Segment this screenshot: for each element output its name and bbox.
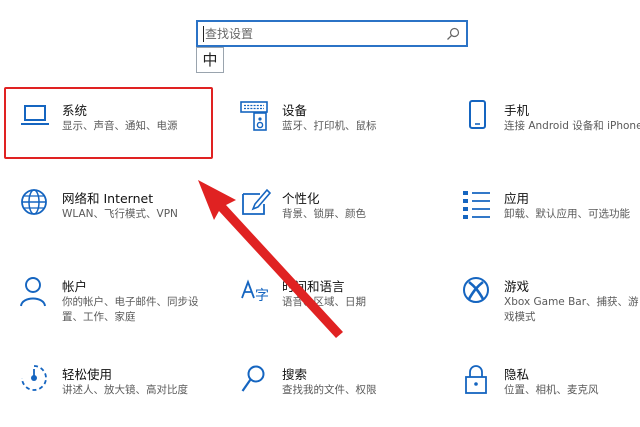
apps-list-icon xyxy=(463,191,490,219)
tile-desc: 背景、锁屏、颜色 xyxy=(282,208,366,220)
settings-search-box[interactable] xyxy=(196,20,468,47)
tile-time-language[interactable]: 字 时间和语言 语音、区域、日期 xyxy=(240,276,445,336)
accessibility-icon xyxy=(21,365,47,391)
tile-title: 时间和语言 xyxy=(282,279,345,294)
tile-title: 轻松使用 xyxy=(62,367,113,382)
tile-privacy[interactable]: 隐私 位置、相机、麦克风 xyxy=(462,364,640,424)
tile-desc: 讲述人、放大镜、高对比度 xyxy=(62,384,188,396)
tile-title: 个性化 xyxy=(282,191,320,206)
tile-desc: 卸载、默认应用、可选功能 xyxy=(504,208,630,220)
language-icon: 字 xyxy=(241,279,269,304)
text-caret xyxy=(203,26,204,42)
highlight-box xyxy=(4,87,213,159)
tile-title: 应用 xyxy=(504,191,530,206)
paint-icon xyxy=(242,188,272,215)
tile-title: 游戏 xyxy=(504,279,530,294)
tile-title: 手机 xyxy=(504,103,530,118)
xbox-icon xyxy=(463,277,489,303)
tile-desc: 语音、区域、日期 xyxy=(282,296,366,308)
tile-desc: 连接 Android 设备和 iPhone xyxy=(504,120,640,132)
ime-indicator: 中 xyxy=(196,47,224,73)
tile-accounts[interactable]: 帐户 你的帐户、电子邮件、同步设置、工作、家庭 xyxy=(20,276,225,336)
tile-phone[interactable]: 手机 连接 Android 设备和 iPhone xyxy=(462,100,640,160)
tile-ease-of-access[interactable]: 轻松使用 讲述人、放大镜、高对比度 xyxy=(20,364,225,424)
devices-icon xyxy=(240,101,268,131)
tile-desc: 蓝牙、打印机、鼠标 xyxy=(282,120,377,132)
tile-desc: WLAN、飞行模式、VPN xyxy=(62,208,178,220)
person-icon xyxy=(20,277,46,307)
tile-title: 隐私 xyxy=(504,367,530,382)
tile-apps[interactable]: 应用 卸载、默认应用、可选功能 xyxy=(462,188,640,248)
tile-gaming[interactable]: 游戏 Xbox Game Bar、捕获、游戏模式 xyxy=(462,276,640,336)
tile-desc: 你的帐户、电子邮件、同步设置、工作、家庭 xyxy=(62,296,199,323)
search-icon[interactable] xyxy=(445,26,461,42)
tile-network[interactable]: 网络和 Internet WLAN、飞行模式、VPN xyxy=(20,188,225,248)
tile-devices[interactable]: 设备 蓝牙、打印机、鼠标 xyxy=(240,100,445,160)
search-input[interactable] xyxy=(205,25,435,43)
tile-title: 搜索 xyxy=(282,367,308,382)
tile-title: 设备 xyxy=(282,103,308,118)
tile-title: 帐户 xyxy=(62,279,88,294)
tile-desc: Xbox Game Bar、捕获、游戏模式 xyxy=(504,296,639,323)
tile-personalization[interactable]: 个性化 背景、锁屏、颜色 xyxy=(240,188,445,248)
tile-desc: 查找我的文件、权限 xyxy=(282,384,377,396)
lock-icon xyxy=(465,365,487,394)
phone-icon xyxy=(469,100,486,129)
tile-search[interactable]: 搜索 查找我的文件、权限 xyxy=(240,364,445,424)
globe-icon xyxy=(21,189,47,215)
search-icon xyxy=(241,365,265,392)
tile-desc: 位置、相机、麦克风 xyxy=(504,384,599,396)
svg-text:字: 字 xyxy=(255,288,269,304)
tile-title: 网络和 Internet xyxy=(62,191,154,206)
